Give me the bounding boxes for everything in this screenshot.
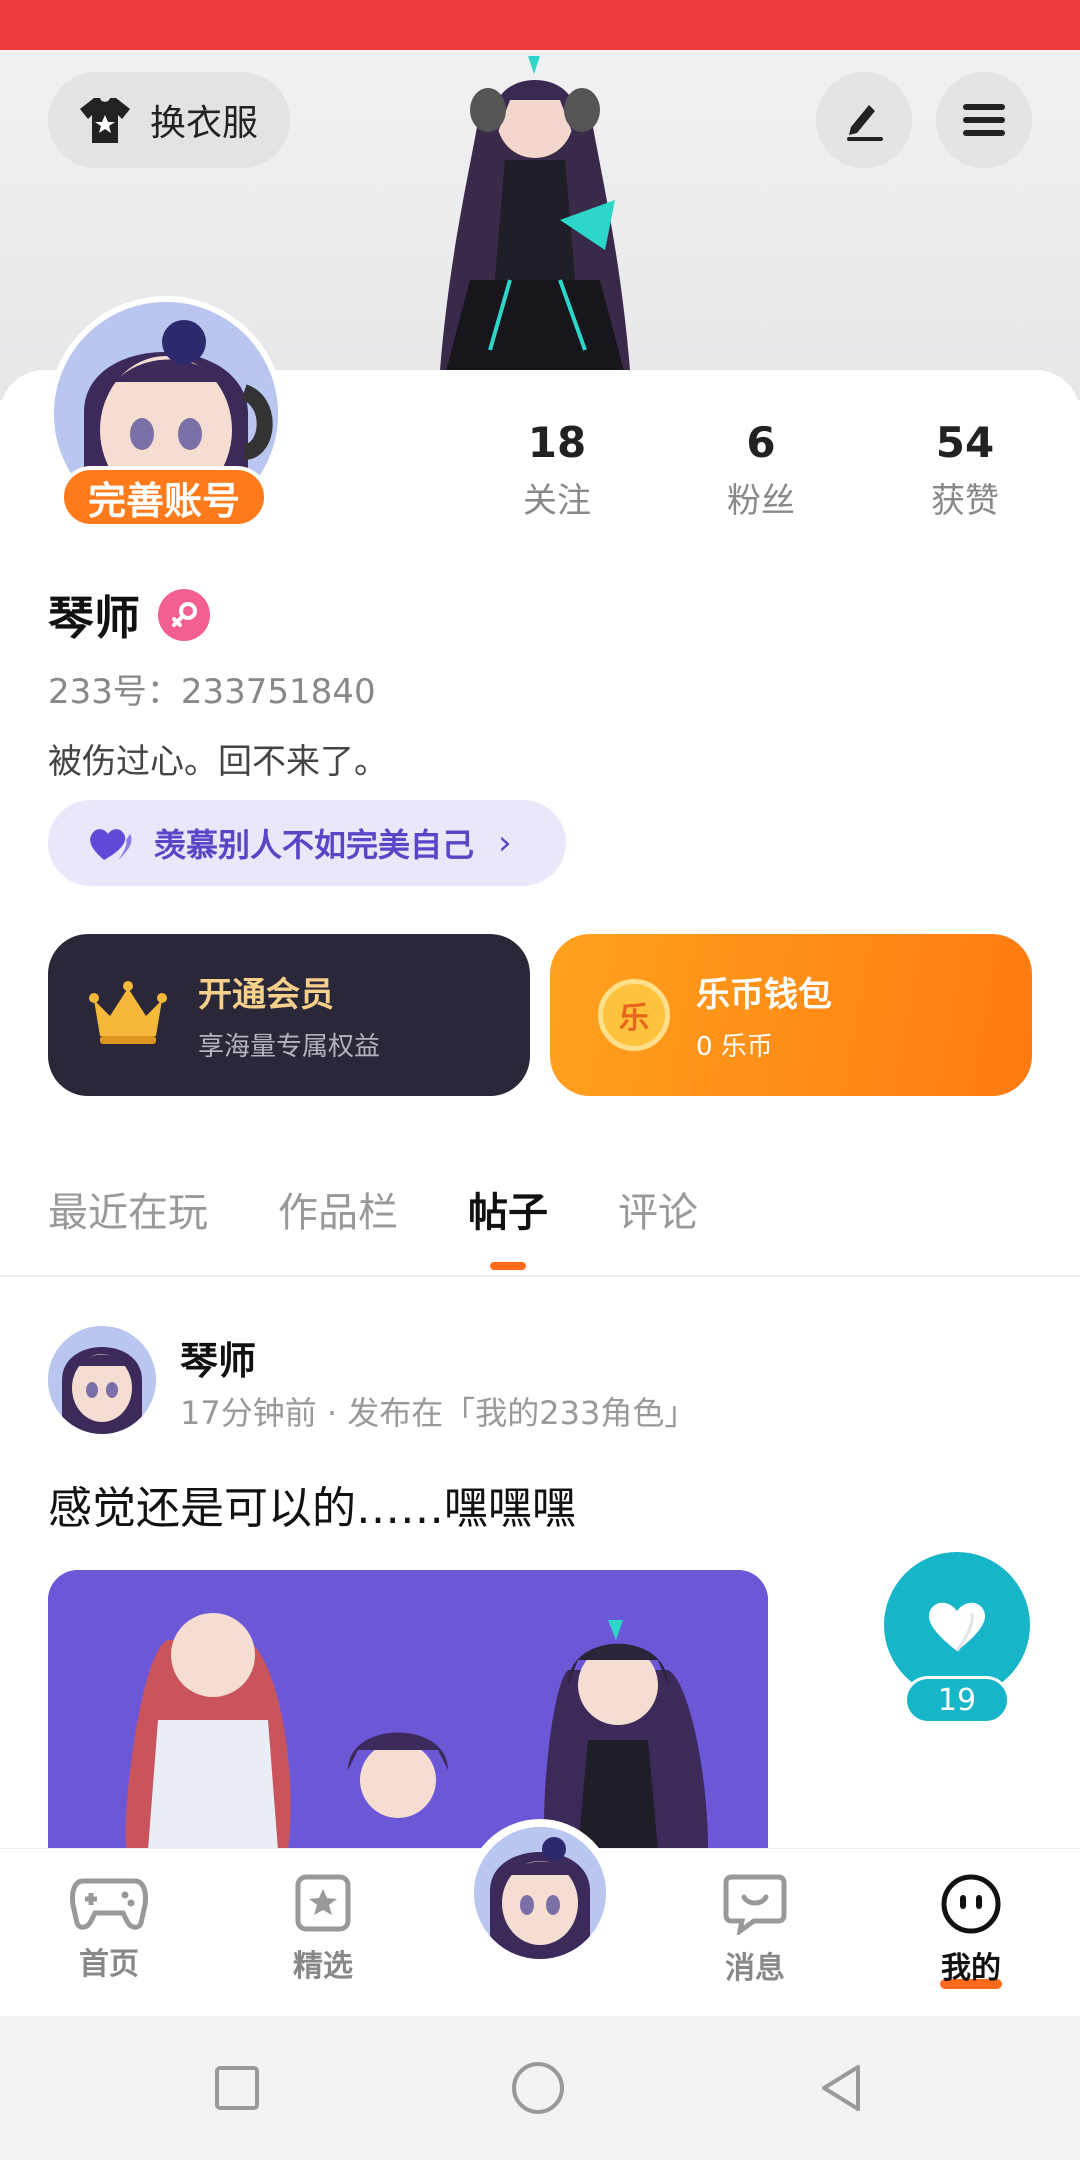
gamepad-icon [70, 1878, 148, 1930]
nav-featured[interactable]: 精选 [248, 1873, 398, 1985]
tab-recent-played[interactable]: 最近在玩 [48, 1180, 208, 1250]
vip-card[interactable]: 开通会员 享海量专属权益 [48, 934, 530, 1096]
divider [0, 1275, 1080, 1277]
stat-label: 关注 [523, 481, 591, 521]
character-figure [440, 56, 630, 375]
stats-row: 18 关注 6 粉丝 54 获赞 [455, 418, 1075, 522]
stat-value: 18 [527, 418, 587, 467]
user-bio: 被伤过心。回不来了。 [48, 742, 388, 782]
heart-icon [90, 829, 132, 860]
crown-icon [89, 981, 167, 1044]
stat-label: 获赞 [931, 481, 999, 521]
stat-following[interactable]: 18 关注 [455, 418, 659, 522]
name-row: 琴师 [48, 582, 210, 648]
female-gender-icon [158, 589, 210, 641]
post-text[interactable]: 感觉还是可以的……嘿嘿嘿 [48, 1472, 576, 1536]
coin-icon: 乐 [598, 979, 670, 1051]
signature-tag[interactable]: 羡慕别人不如完美自己 › [48, 800, 566, 886]
change-outfit-label: 换衣服 [150, 103, 259, 144]
complete-account-badge[interactable]: 完善账号 [60, 466, 268, 528]
post-author-avatar[interactable] [48, 1326, 156, 1434]
vip-title: 开通会员 [198, 975, 334, 1015]
like-count: 19 [904, 1676, 1010, 1724]
nav-home-label: 首页 [79, 1947, 139, 1982]
nav-featured-label: 精选 [293, 1949, 353, 1984]
tab-comments[interactable]: 评论 [618, 1180, 698, 1250]
stat-value: 54 [935, 418, 995, 467]
nav-mine[interactable]: 我的 [896, 1873, 1046, 1989]
edit-profile-button[interactable] [816, 72, 912, 168]
recent-apps-icon[interactable] [214, 2065, 260, 2111]
chevron-right-icon: › [498, 823, 512, 863]
menu-button[interactable] [936, 72, 1032, 168]
change-outfit-button[interactable]: 换衣服 [48, 72, 290, 168]
content-tabs: 最近在玩 作品栏 帖子 评论 [48, 1180, 698, 1250]
stat-likes[interactable]: 54 获赞 [863, 418, 1067, 522]
vip-subtitle: 享海量专属权益 [198, 1032, 381, 1062]
system-navigation-bar [0, 2016, 1080, 2160]
coin-subtitle: 0 乐币 [696, 1032, 773, 1062]
nav-messages[interactable]: 消息 [680, 1873, 830, 1987]
nav-messages-label: 消息 [725, 1951, 785, 1986]
avatar-image [474, 1827, 606, 1959]
smiley-icon [941, 1874, 1001, 1934]
bottom-nav: 首页 精选 消息 我的 [0, 1819, 1080, 2016]
home-icon[interactable] [510, 2060, 566, 2116]
hamburger-icon [963, 104, 1005, 136]
vip-text: 开通会员 享海量专属权益 [198, 967, 380, 1063]
shirt-icon [80, 98, 130, 143]
stat-value: 6 [746, 418, 776, 467]
coin-title: 乐币钱包 [696, 975, 832, 1015]
post-image-art [48, 1570, 768, 1850]
stat-label: 粉丝 [727, 481, 795, 521]
nav-avatar-button[interactable] [466, 1819, 614, 1967]
tab-works[interactable]: 作品栏 [278, 1180, 398, 1250]
star-bookmark-icon [295, 1874, 351, 1932]
coin-wallet-card[interactable]: 乐 乐币钱包 0 乐币 [550, 934, 1032, 1096]
nav-home[interactable]: 首页 [34, 1873, 184, 1983]
nav-mine-label: 我的 [941, 1951, 1001, 1986]
coin-text: 乐币钱包 0 乐币 [696, 967, 832, 1063]
user-name: 琴师 [48, 591, 140, 645]
status-bar [0, 0, 1080, 50]
heart-icon [929, 1602, 985, 1652]
back-icon[interactable] [816, 2063, 866, 2113]
chat-icon [723, 1874, 787, 1937]
stat-followers[interactable]: 6 粉丝 [659, 418, 863, 522]
post-image[interactable] [48, 1570, 768, 1850]
post-author-name[interactable]: 琴师 [180, 1330, 256, 1385]
signature-text: 羡慕别人不如完美自己 [154, 826, 475, 864]
user-id: 233号：233751840 [48, 672, 376, 712]
edit-icon [847, 105, 883, 141]
post-meta: 17分钟前 · 发布在「我的233角色」 [180, 1394, 697, 1432]
tab-posts[interactable]: 帖子 [468, 1180, 548, 1250]
